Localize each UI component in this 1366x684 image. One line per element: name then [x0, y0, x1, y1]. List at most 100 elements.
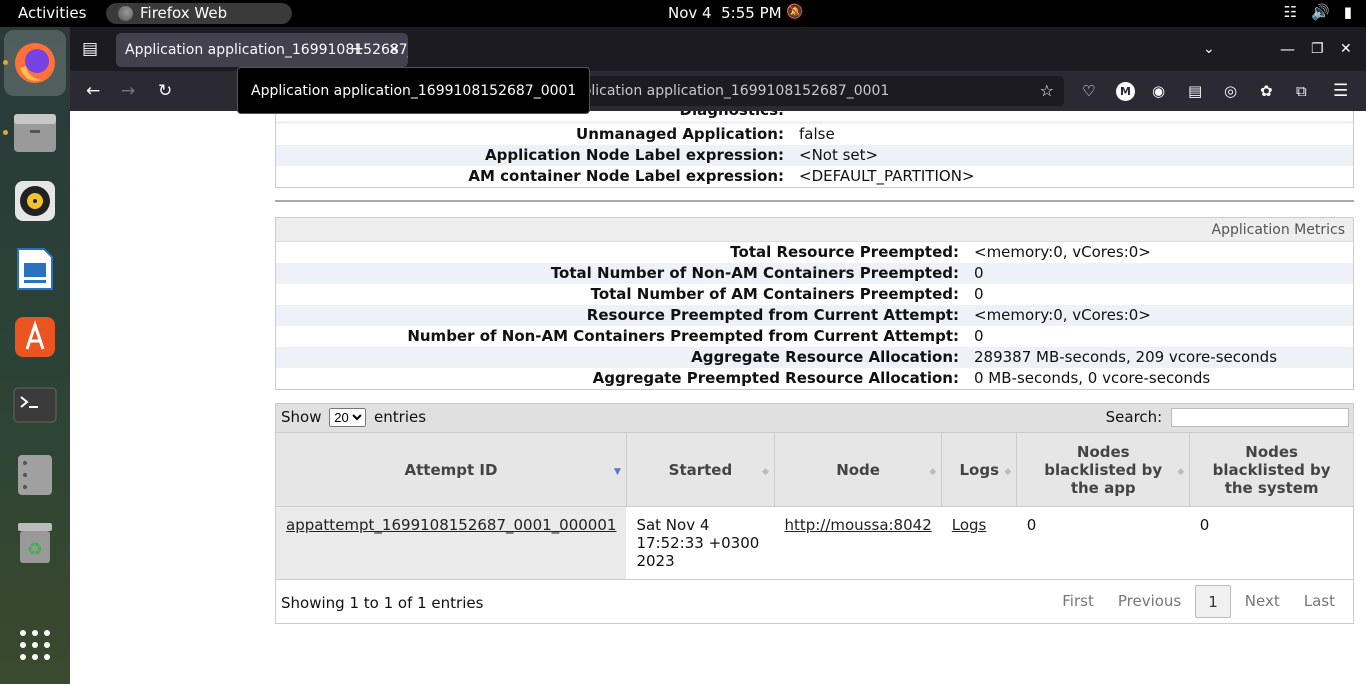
system-tray[interactable]: ☷ 🔊 ▮: [1284, 3, 1352, 21]
activities-button[interactable]: Activities: [18, 4, 86, 22]
metric-label: Total Resource Preempted:: [730, 243, 959, 261]
sort-icon: ◆: [762, 467, 769, 477]
close-window-icon[interactable]: ✕: [1340, 37, 1352, 61]
clock[interactable]: Nov 4 5:55 PM: [668, 4, 782, 22]
table-info: Showing 1 to 1 of 1 entries: [281, 594, 484, 612]
logs-link[interactable]: Logs: [952, 516, 987, 534]
running-indicator: [3, 60, 8, 65]
terminal-icon: [13, 387, 57, 423]
account-m-icon[interactable]: M: [1116, 82, 1135, 101]
extension-paw-icon[interactable]: ✿: [1260, 79, 1273, 103]
page-content: Diagnostics: Unmanaged Application: fals…: [70, 111, 1366, 684]
page-previous-button[interactable]: Previous: [1108, 585, 1191, 618]
metric-value: <memory:0, vCores:0>: [974, 306, 1151, 324]
pocket-icon[interactable]: ♡: [1082, 79, 1095, 103]
page-length-select[interactable]: 20: [329, 408, 367, 427]
attempt-id-link[interactable]: appattempt_1699108152687_0001_000001: [286, 516, 616, 534]
list-tabs-chevron-icon[interactable]: ⌄: [1203, 37, 1215, 61]
globe-icon[interactable]: ◎: [1224, 79, 1237, 103]
col-header-label: Logs: [959, 460, 1000, 479]
reload-icon[interactable]: ↻: [158, 79, 172, 103]
minimize-icon[interactable]: —: [1280, 37, 1295, 61]
page-last-button[interactable]: Last: [1294, 585, 1345, 618]
presentation-doc-icon: [17, 248, 53, 290]
metric-value: 0: [974, 285, 984, 303]
bookmark-star-icon[interactable]: ☆: [1040, 76, 1054, 106]
rhythmbox-icon: [15, 181, 55, 221]
started-line: Sat Nov 4: [636, 516, 710, 534]
metric-row: Number of Non-AM Containers Preempted fr…: [276, 326, 1353, 347]
col-header-label: Node: [836, 460, 880, 479]
metric-label: Resource Preempted from Current Attempt:: [586, 306, 959, 324]
new-tab-icon[interactable]: +: [350, 37, 364, 61]
dock-libreoffice-impress[interactable]: [11, 245, 59, 293]
metric-value: 0: [974, 264, 984, 282]
metric-row: Resource Preempted from Current Attempt:…: [276, 305, 1353, 326]
page-next-button[interactable]: Next: [1235, 585, 1290, 618]
firefox-view-icon[interactable]: ▤: [82, 37, 98, 61]
files-icon: [14, 114, 56, 152]
sort-desc-icon: ▼: [614, 467, 621, 477]
datatable-toolbar: Show 20 entries Search:: [276, 404, 1353, 432]
dock-disks[interactable]: [11, 451, 59, 499]
info-label: AM container Node Label expression:: [468, 167, 784, 185]
node-link[interactable]: http://moussa:8042: [784, 516, 931, 534]
col-header-label: Attempt ID: [404, 460, 498, 479]
info-label: Application Node Label expression:: [485, 146, 784, 164]
disk-utility-icon: [18, 455, 52, 495]
svg-text:♻: ♻: [27, 539, 43, 560]
col-header-attempt-id[interactable]: Attempt ID ▼: [276, 432, 627, 507]
search-input[interactable]: [1171, 408, 1349, 427]
cell-blacklisted-app: 0: [1016, 506, 1190, 579]
attempts-datatable: Show 20 entries Search: Attempt ID ▼ Star…: [275, 403, 1354, 624]
col-header-nodes-blacklisted-app[interactable]: Nodes blacklisted by the app ◆: [1016, 432, 1191, 507]
search-label: Search:: [1105, 408, 1163, 426]
extension-owl-icon[interactable]: ◉: [1152, 79, 1165, 103]
notifications-muted-icon: 🔕: [786, 4, 804, 20]
metric-label: Aggregate Resource Allocation:: [691, 348, 959, 366]
dock-terminal[interactable]: [11, 381, 59, 429]
cell-attempt-id: appattempt_1699108152687_0001_000001: [276, 506, 627, 579]
app-menu-button[interactable]: Firefox Web Browser: [106, 3, 292, 43]
cell-started: Sat Nov 4 17:52:33 +0300 2023: [626, 506, 775, 579]
hamburger-menu-icon[interactable]: ☰: [1333, 79, 1348, 103]
extension-badge-icon[interactable]: ▤: [1188, 79, 1202, 103]
volume-icon: 🔊: [1311, 3, 1330, 21]
battery-icon: ▮: [1343, 3, 1352, 21]
metric-row: Aggregate Resource Allocation: 289387 MB…: [276, 347, 1353, 368]
col-header-label: Nodes blacklisted by the app: [1044, 442, 1163, 497]
dock-trash[interactable]: ♻: [11, 519, 59, 567]
info-row: AM container Node Label expression: <DEF…: [276, 166, 1353, 187]
dock-firefox[interactable]: [4, 30, 66, 96]
datatable-footer: Showing 1 to 1 of 1 entries First Previo…: [276, 579, 1353, 623]
col-header-nodes-blacklisted-system[interactable]: Nodes blacklisted by the system: [1189, 432, 1353, 507]
page-current-button[interactable]: 1: [1195, 585, 1231, 618]
metric-row: Aggregate Preempted Resource Allocation:…: [276, 368, 1353, 389]
col-header-logs[interactable]: Logs ◆: [941, 432, 1018, 507]
back-arrow-icon[interactable]: ←: [86, 79, 100, 103]
show-apps-button[interactable]: [11, 621, 59, 669]
metric-label: Number of Non-AM Containers Preempted fr…: [407, 327, 959, 345]
dock-files[interactable]: [11, 109, 59, 157]
cell-logs: Logs: [941, 506, 1017, 579]
browser-tab-bar: ▤ Application application_1699108152687_…: [70, 27, 1366, 71]
page-length-control: Show 20 entries: [281, 408, 426, 427]
pagination: First Previous 1 Next Last: [1052, 585, 1345, 618]
forward-arrow-icon[interactable]: →: [121, 79, 135, 103]
col-header-node[interactable]: Node ◆: [774, 432, 943, 507]
dock-rhythmbox[interactable]: [11, 177, 59, 225]
sort-icon: ◆: [1004, 467, 1012, 477]
sort-icon: ◆: [1177, 467, 1185, 477]
col-header-label: Started: [668, 460, 733, 479]
tab-close-icon[interactable]: ✕: [388, 33, 400, 67]
started-line: 2023: [636, 552, 675, 570]
extensions-puzzle-icon[interactable]: ⧉: [1296, 79, 1307, 103]
restore-icon[interactable]: ❐: [1311, 37, 1324, 61]
info-value: false: [799, 125, 835, 143]
col-header-started[interactable]: Started ◆: [626, 432, 775, 507]
info-value: <Not set>: [799, 146, 879, 164]
dock-app-center[interactable]: [11, 313, 59, 361]
section-divider: [275, 200, 1354, 202]
metric-value: <memory:0, vCores:0>: [974, 243, 1151, 261]
page-first-button[interactable]: First: [1052, 585, 1104, 618]
